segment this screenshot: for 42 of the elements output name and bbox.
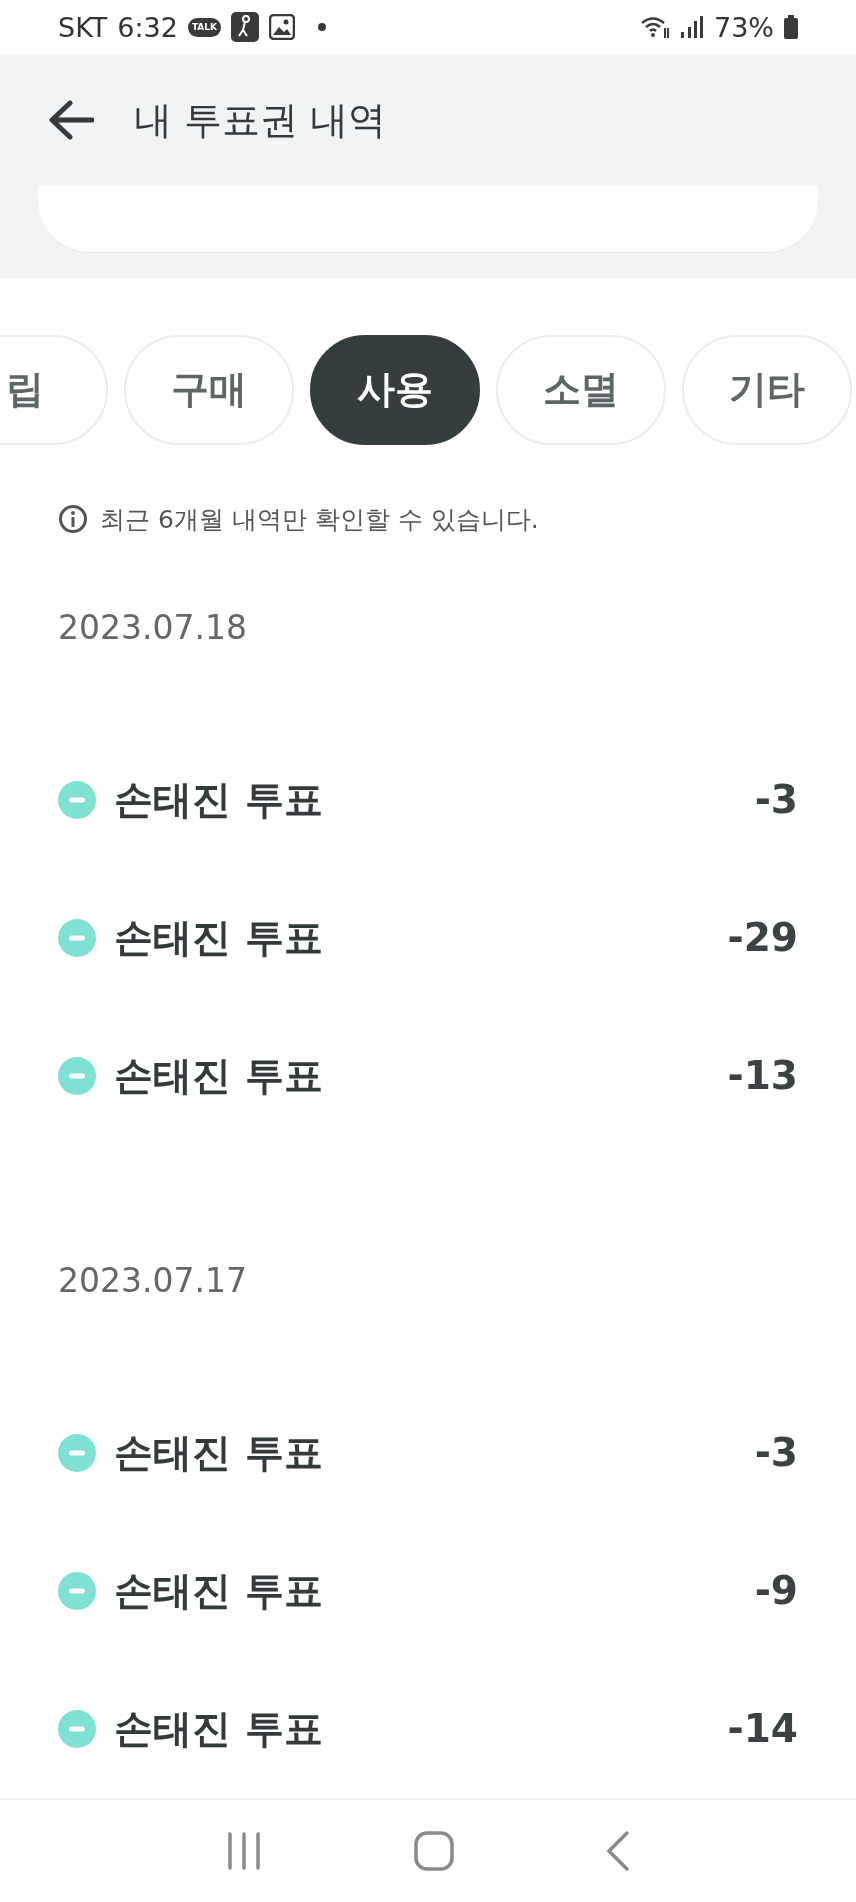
back-icon[interactable] [48, 100, 94, 141]
carrier-label: SKT [58, 11, 108, 43]
minus-icon [58, 780, 96, 819]
filter-tab[interactable]: 소멸 [496, 334, 666, 445]
entry-title: 손태진 투표 [114, 1051, 324, 1100]
entry-amount: -29 [727, 915, 798, 961]
recent-apps-icon[interactable] [226, 1831, 262, 1870]
chat-icon: TALK [187, 17, 221, 37]
entry-title: 손태진 투표 [114, 1428, 324, 1477]
entry-title: 손태진 투표 [114, 1704, 324, 1753]
image-icon [269, 14, 295, 41]
filter-tab[interactable]: 립 [0, 334, 108, 445]
filter-tab[interactable]: 기타 [682, 334, 852, 445]
back-nav-icon[interactable] [606, 1830, 630, 1871]
battery-icon [784, 15, 798, 40]
entry-title: 손태진 투표 [114, 1566, 324, 1615]
dot-icon [317, 22, 327, 33]
info-icon [58, 504, 88, 535]
entry-title: 손태진 투표 [114, 913, 324, 962]
minus-icon [58, 918, 96, 957]
filter-tab[interactable]: 사용 [310, 334, 480, 445]
minus-icon [58, 1571, 96, 1610]
date-heading: 2023.07.17 [58, 1260, 248, 1300]
figure-icon [231, 12, 259, 43]
entry-amount: -14 [727, 1706, 798, 1752]
signal-icon [680, 15, 704, 40]
entry-amount: -9 [754, 1568, 798, 1614]
notice-text: 최근 6개월 내역만 확인할 수 있습니다. [100, 503, 539, 536]
date-heading: 2023.07.18 [58, 607, 248, 647]
page-title: 내 투표권 내역 [134, 96, 387, 144]
entry-amount: -13 [727, 1053, 798, 1099]
minus-icon [58, 1709, 96, 1748]
battery-percent: 73% [714, 11, 774, 43]
clock: 6:32 [117, 11, 178, 43]
minus-icon [58, 1433, 96, 1472]
entry-amount: -3 [754, 1430, 798, 1476]
wifi-icon [640, 14, 670, 41]
filter-tab[interactable]: 구매 [124, 334, 294, 445]
minus-icon [58, 1056, 96, 1095]
entry-title: 손태진 투표 [114, 775, 324, 824]
home-icon[interactable] [414, 1830, 454, 1871]
entry-amount: -3 [754, 777, 798, 823]
